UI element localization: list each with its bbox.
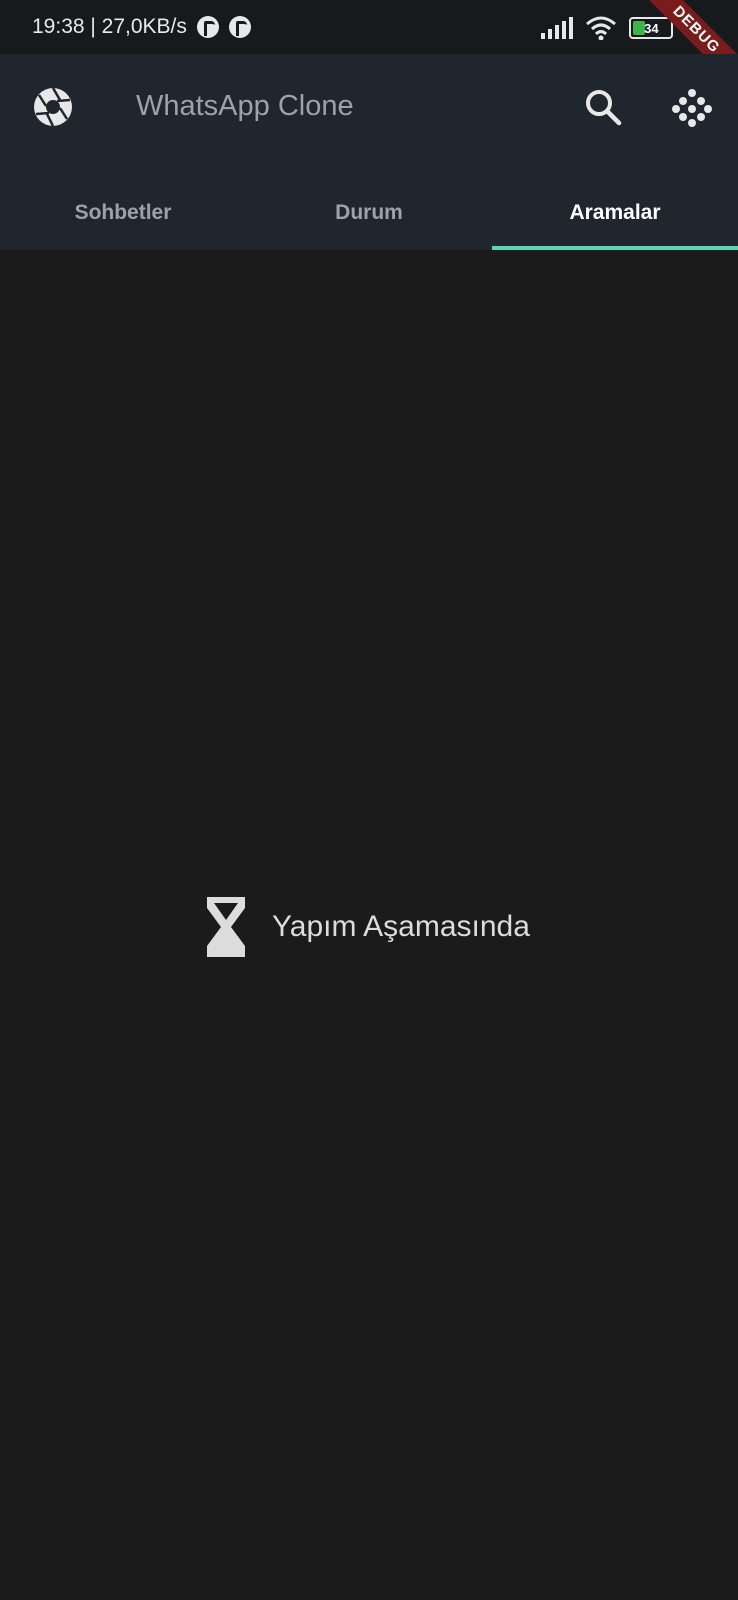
notification-icon (228, 16, 251, 38)
under-construction-text: Yapım Aşamasında (272, 910, 530, 943)
menu-button[interactable] (672, 87, 712, 127)
tab-aramalar[interactable]: Aramalar (492, 176, 738, 250)
camera-button[interactable] (32, 86, 74, 128)
tab-label: Aramalar (569, 201, 661, 224)
tab-durum[interactable]: Durum (246, 176, 492, 250)
status-left: 19:38 | 27,0KB/s (32, 15, 251, 39)
tab-label: Durum (335, 201, 403, 224)
tab-label: Sohbetler (74, 201, 172, 224)
menu-icon (672, 89, 712, 127)
calls-content: Yapım Aşamasında (0, 250, 738, 1600)
status-time-speed: 19:38 | 27,0KB/s (32, 15, 187, 38)
under-construction-message: Yapım Aşamasında (206, 896, 530, 958)
camera-icon (34, 87, 72, 127)
search-button[interactable] (583, 87, 623, 127)
notification-icon (196, 16, 219, 38)
tab-bar: Sohbetler Durum Aramalar (0, 176, 738, 250)
wifi-icon (586, 16, 617, 40)
signal-icon (541, 17, 574, 39)
search-icon (586, 90, 622, 126)
tab-sohbetler[interactable]: Sohbetler (0, 176, 246, 250)
app-bar: WhatsApp Clone Sohbetler Durum Aramalar (0, 54, 738, 250)
app-title: WhatsApp Clone (136, 90, 354, 122)
hourglass-icon (207, 897, 245, 957)
